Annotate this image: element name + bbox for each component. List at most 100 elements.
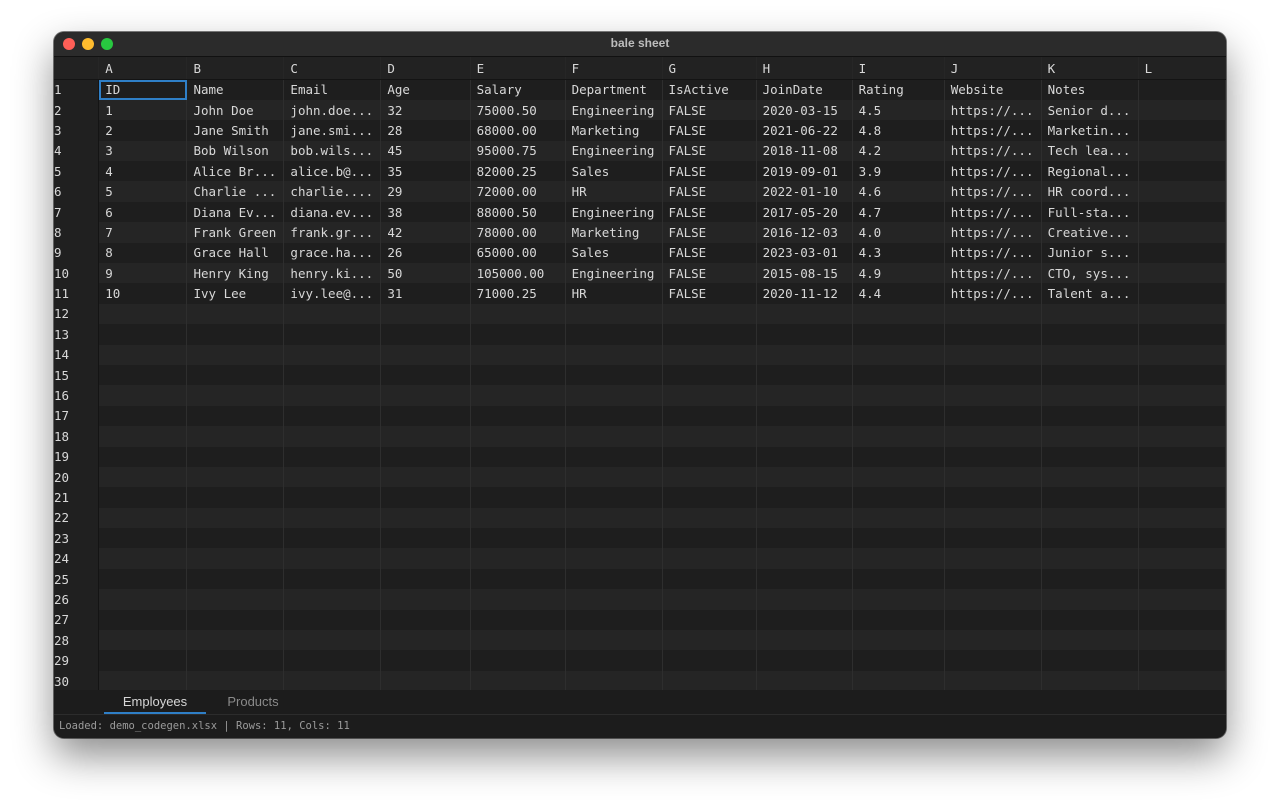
cell-k22[interactable] bbox=[1041, 507, 1139, 529]
cell-e16[interactable] bbox=[470, 385, 566, 406]
cell-b28[interactable] bbox=[186, 630, 285, 651]
cell-l23[interactable] bbox=[1138, 528, 1226, 549]
row-header[interactable]: 16 bbox=[54, 385, 100, 406]
cell-e18[interactable] bbox=[470, 426, 566, 447]
cell-j29[interactable] bbox=[944, 650, 1042, 671]
cell-e26[interactable] bbox=[470, 589, 566, 610]
cell-c17[interactable] bbox=[283, 405, 382, 427]
cell-e28[interactable] bbox=[470, 630, 566, 651]
cell-c28[interactable] bbox=[283, 630, 382, 651]
cell-b2[interactable]: John Doe bbox=[186, 99, 285, 121]
cell-a21[interactable] bbox=[98, 487, 188, 508]
cell-j16[interactable] bbox=[944, 385, 1042, 406]
cell-a27[interactable] bbox=[98, 609, 188, 631]
cell-i4[interactable]: 4.2 bbox=[852, 140, 945, 162]
cell-e8[interactable]: 78000.00 bbox=[470, 222, 566, 243]
cell-j19[interactable] bbox=[944, 446, 1042, 467]
row-header[interactable]: 1 bbox=[54, 79, 100, 100]
cell-l10[interactable] bbox=[1138, 263, 1226, 284]
row-header[interactable]: 19 bbox=[54, 446, 100, 467]
row-header[interactable]: 30 bbox=[54, 670, 100, 692]
cell-j24[interactable] bbox=[944, 548, 1042, 569]
cell-f2[interactable]: Engineering bbox=[565, 99, 663, 121]
cell-c9[interactable]: grace.ha... bbox=[283, 242, 382, 264]
cell-c2[interactable]: john.doe... bbox=[283, 99, 382, 121]
column-header-a[interactable]: A bbox=[98, 57, 188, 80]
cell-l19[interactable] bbox=[1138, 446, 1226, 467]
cell-c25[interactable] bbox=[283, 568, 382, 590]
cell-j28[interactable] bbox=[944, 630, 1042, 651]
cell-f8[interactable]: Marketing bbox=[565, 222, 663, 243]
cell-c8[interactable]: frank.gr... bbox=[283, 222, 382, 243]
cell-h1[interactable]: JoinDate bbox=[756, 79, 853, 100]
cell-i18[interactable] bbox=[852, 426, 945, 447]
cell-k3[interactable]: Marketin... bbox=[1041, 120, 1139, 141]
cell-j22[interactable] bbox=[944, 507, 1042, 529]
cell-b29[interactable] bbox=[186, 650, 285, 671]
cell-h19[interactable] bbox=[756, 446, 853, 467]
cell-h24[interactable] bbox=[756, 548, 853, 569]
cell-f25[interactable] bbox=[565, 568, 663, 590]
cell-i24[interactable] bbox=[852, 548, 945, 569]
cell-d27[interactable] bbox=[380, 609, 471, 631]
cell-h28[interactable] bbox=[756, 630, 853, 651]
column-header-h[interactable]: H bbox=[756, 57, 853, 80]
cell-f10[interactable]: Engineering bbox=[565, 263, 663, 284]
column-header-k[interactable]: K bbox=[1041, 57, 1139, 80]
cell-l14[interactable] bbox=[1138, 344, 1226, 365]
cell-l2[interactable] bbox=[1138, 99, 1226, 121]
cell-a24[interactable] bbox=[98, 548, 188, 569]
cell-a29[interactable] bbox=[98, 650, 188, 671]
cell-c26[interactable] bbox=[283, 589, 382, 610]
cell-e27[interactable] bbox=[470, 609, 566, 631]
cell-a1[interactable]: ID bbox=[98, 79, 188, 100]
cell-c24[interactable] bbox=[283, 548, 382, 569]
cell-d28[interactable] bbox=[380, 630, 471, 651]
cell-i22[interactable] bbox=[852, 507, 945, 529]
cell-k16[interactable] bbox=[1041, 385, 1139, 406]
row-header[interactable]: 27 bbox=[54, 609, 100, 631]
cell-j3[interactable]: https://... bbox=[944, 120, 1042, 141]
cell-a15[interactable] bbox=[98, 364, 188, 386]
cell-a9[interactable]: 8 bbox=[98, 242, 188, 264]
cell-d10[interactable]: 50 bbox=[380, 263, 471, 284]
cell-g13[interactable] bbox=[662, 324, 757, 345]
cell-e29[interactable] bbox=[470, 650, 566, 671]
cell-i26[interactable] bbox=[852, 589, 945, 610]
cell-a5[interactable]: 4 bbox=[98, 161, 188, 182]
cell-a12[interactable] bbox=[98, 303, 188, 325]
cell-f16[interactable] bbox=[565, 385, 663, 406]
cell-c21[interactable] bbox=[283, 487, 382, 508]
cell-j23[interactable] bbox=[944, 528, 1042, 549]
cell-f6[interactable]: HR bbox=[565, 181, 663, 202]
cell-g30[interactable] bbox=[662, 670, 757, 692]
cell-l13[interactable] bbox=[1138, 324, 1226, 345]
cell-e24[interactable] bbox=[470, 548, 566, 569]
cell-l3[interactable] bbox=[1138, 120, 1226, 141]
cell-c1[interactable]: Email bbox=[283, 79, 382, 100]
row-header[interactable]: 5 bbox=[54, 161, 100, 182]
cell-k17[interactable] bbox=[1041, 405, 1139, 427]
cell-g22[interactable] bbox=[662, 507, 757, 529]
cell-d4[interactable]: 45 bbox=[380, 140, 471, 162]
cell-h8[interactable]: 2016-12-03 bbox=[756, 222, 853, 243]
cell-l22[interactable] bbox=[1138, 507, 1226, 529]
cell-k8[interactable]: Creative... bbox=[1041, 222, 1139, 243]
cell-d12[interactable] bbox=[380, 303, 471, 325]
cell-b21[interactable] bbox=[186, 487, 285, 508]
cell-i2[interactable]: 4.5 bbox=[852, 99, 945, 121]
row-header[interactable]: 28 bbox=[54, 630, 100, 651]
cell-a17[interactable] bbox=[98, 405, 188, 427]
cell-d13[interactable] bbox=[380, 324, 471, 345]
cell-f12[interactable] bbox=[565, 303, 663, 325]
cell-j30[interactable] bbox=[944, 670, 1042, 692]
row-header[interactable]: 11 bbox=[54, 283, 100, 304]
cell-d2[interactable]: 32 bbox=[380, 99, 471, 121]
cell-h30[interactable] bbox=[756, 670, 853, 692]
row-header[interactable]: 10 bbox=[54, 263, 100, 284]
cell-c4[interactable]: bob.wils... bbox=[283, 140, 382, 162]
cell-d1[interactable]: Age bbox=[380, 79, 471, 100]
cell-j7[interactable]: https://... bbox=[944, 201, 1042, 223]
cell-f7[interactable]: Engineering bbox=[565, 201, 663, 223]
cell-l5[interactable] bbox=[1138, 161, 1226, 182]
